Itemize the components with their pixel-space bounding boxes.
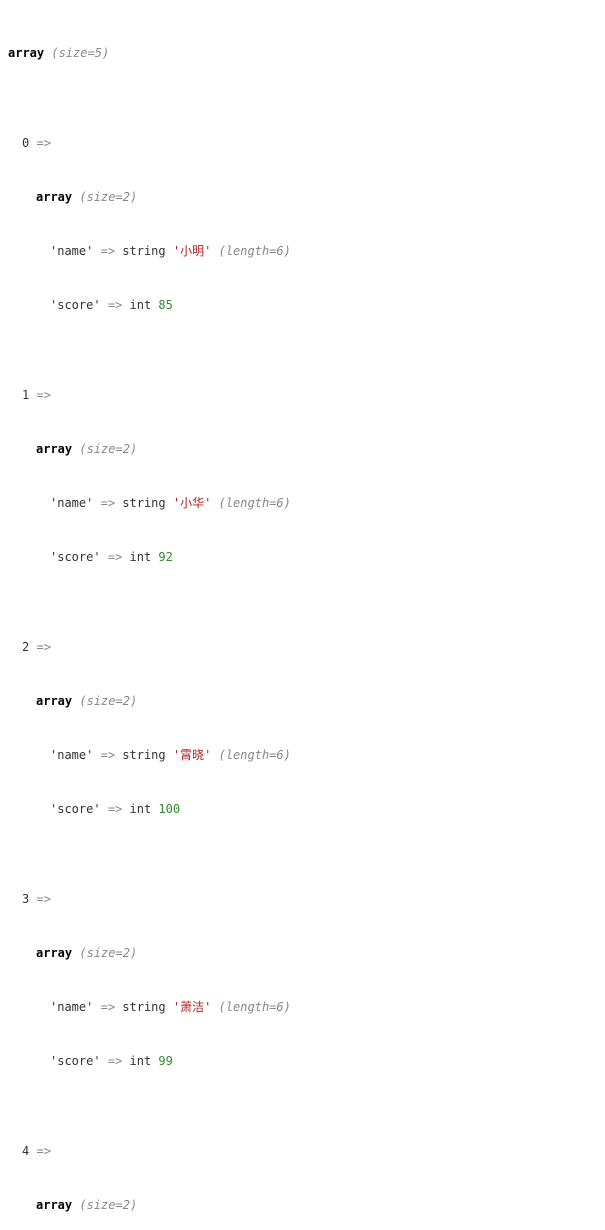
- string-length: (length=6): [219, 1000, 291, 1014]
- array-keyword: array: [36, 694, 72, 708]
- arrow-icon: =>: [36, 892, 50, 906]
- array-keyword: array: [36, 946, 72, 960]
- arrow-icon: =>: [36, 1144, 50, 1158]
- string-value: '小明': [173, 244, 211, 258]
- arrow-icon: =>: [101, 1000, 115, 1014]
- arrow-icon: =>: [101, 748, 115, 762]
- array-size: (size=2): [79, 946, 137, 960]
- type-string: string: [122, 244, 165, 258]
- array-index: 0: [22, 136, 29, 150]
- key-score: 'score': [50, 1054, 101, 1068]
- string-length: (length=6): [219, 496, 291, 510]
- string-value: '小华': [173, 496, 211, 510]
- type-string: string: [122, 748, 165, 762]
- array-size: (size=2): [79, 190, 137, 204]
- array-index: 2: [22, 640, 29, 654]
- string-length: (length=6): [219, 244, 291, 258]
- arrow-icon: =>: [36, 136, 50, 150]
- int-value: 92: [158, 550, 172, 564]
- arrow-icon: =>: [108, 298, 122, 312]
- type-int: int: [130, 1054, 152, 1068]
- int-value: 99: [158, 1054, 172, 1068]
- array-size: (size=2): [79, 442, 137, 456]
- key-name: 'name': [50, 1000, 93, 1014]
- array-keyword: array: [36, 190, 72, 204]
- array-index: 1: [22, 388, 29, 402]
- arrow-icon: =>: [108, 550, 122, 564]
- arrow-icon: =>: [36, 388, 50, 402]
- key-score: 'score': [50, 298, 101, 312]
- array-size: (size=2): [79, 1198, 137, 1212]
- type-int: int: [130, 550, 152, 564]
- key-name: 'name': [50, 496, 93, 510]
- key-name: 'name': [50, 244, 93, 258]
- array-keyword: array: [36, 1198, 72, 1212]
- arrow-icon: =>: [108, 802, 122, 816]
- int-value: 85: [158, 298, 172, 312]
- array-size: (size=2): [79, 694, 137, 708]
- key-score: 'score': [50, 550, 101, 564]
- arrow-icon: =>: [101, 244, 115, 258]
- string-length: (length=6): [219, 748, 291, 762]
- int-value: 100: [158, 802, 180, 816]
- type-int: int: [130, 802, 152, 816]
- type-int: int: [130, 298, 152, 312]
- array-index: 4: [22, 1144, 29, 1158]
- arrow-icon: =>: [108, 1054, 122, 1068]
- array-keyword: array: [36, 442, 72, 456]
- string-value: '霄晓': [173, 748, 211, 762]
- array-size: (size=5): [51, 46, 109, 60]
- array-keyword: array: [8, 46, 44, 60]
- var-dump-before: array (size=5) 0 => array (size=2) 'name…: [8, 8, 597, 1230]
- array-index: 3: [22, 892, 29, 906]
- string-value: '萧洁': [173, 1000, 211, 1014]
- key-name: 'name': [50, 748, 93, 762]
- type-string: string: [122, 496, 165, 510]
- key-score: 'score': [50, 802, 101, 816]
- arrow-icon: =>: [101, 496, 115, 510]
- arrow-icon: =>: [36, 640, 50, 654]
- type-string: string: [122, 1000, 165, 1014]
